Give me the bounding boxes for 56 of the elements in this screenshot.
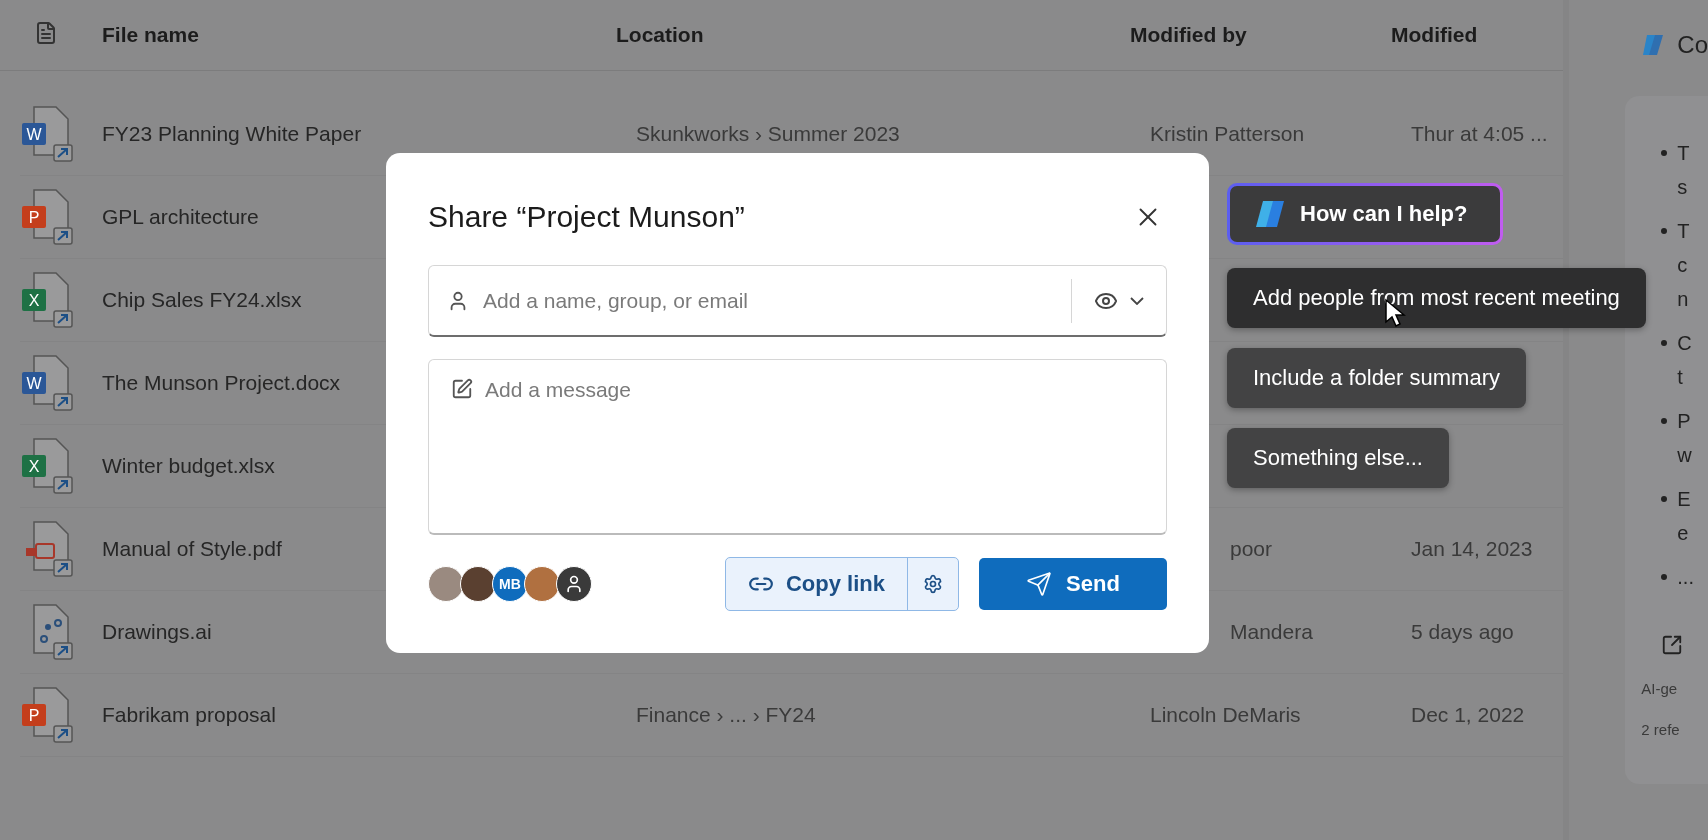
suggestion-chip[interactable]: Something else... [1227, 428, 1449, 488]
bullet-icon [1661, 418, 1668, 424]
summary-text: P [1677, 409, 1692, 434]
column-header[interactable]: File name [102, 23, 616, 47]
dialog-title: Share “Project Munson” [428, 200, 745, 234]
chevron-down-icon [1130, 296, 1144, 305]
modified-by: Lincoln DeMaris [1150, 703, 1302, 727]
panel-title: Co [1677, 31, 1708, 59]
send-button[interactable]: Send [979, 558, 1167, 610]
bullet-icon [1661, 574, 1668, 580]
recipient-field[interactable]: Add a name, group, or email [428, 265, 1167, 337]
column-header[interactable]: Modified [1391, 23, 1564, 47]
modified-date: Thur at 4:05 ... [1411, 122, 1549, 146]
modified-by: Kristin Patterson [1150, 122, 1306, 146]
edit-icon [451, 378, 473, 400]
photo-placeholder [460, 566, 496, 602]
column-header[interactable]: Location [616, 23, 1130, 47]
summary-text: ... [1677, 565, 1694, 590]
summary-text: C [1677, 331, 1692, 356]
bullet-icon [1661, 228, 1668, 234]
bullet-icon [1661, 496, 1668, 502]
bullet-icon [1661, 340, 1668, 346]
send-icon [1026, 571, 1053, 597]
footer-text: AI-ge [1641, 680, 1679, 697]
open-external-icon[interactable] [1661, 634, 1684, 656]
copilot-logo-icon [1254, 199, 1286, 229]
modified-date: 5 days ago [1411, 620, 1515, 644]
avatar: MB [492, 566, 528, 602]
summary-text: n [1677, 287, 1690, 312]
modified-date: Dec 1, 2022 [1411, 703, 1526, 727]
suggestion-chip[interactable]: Include a folder summary [1227, 348, 1526, 408]
file-type-icon [34, 21, 58, 45]
gear-icon [923, 574, 943, 594]
modified-by: poor [1229, 537, 1274, 561]
modified-by: Mandera [1229, 620, 1314, 644]
footer-text: 2 refe [1641, 721, 1681, 738]
summary-text: e [1677, 521, 1690, 546]
file-location: Skunkworks › Summer 2023 [636, 122, 901, 146]
summary-text: T [1677, 219, 1690, 244]
bullet-icon [1661, 150, 1668, 156]
summary-text: T [1677, 141, 1690, 166]
summary-text: E [1677, 487, 1691, 512]
column-header[interactable]: Modified by [1130, 23, 1391, 47]
summary-text: t [1677, 365, 1684, 390]
modified-date: Jan 14, 2023 [1411, 537, 1534, 561]
file-name[interactable]: FY23 Planning White Paper [102, 122, 636, 146]
prompt-title: How can I help? [1300, 201, 1468, 227]
copy-link-button[interactable]: Copy link [726, 558, 908, 610]
photo-placeholder [428, 566, 464, 602]
summary-text: c [1677, 253, 1689, 278]
file-name[interactable]: Fabrikam proposal [102, 703, 636, 727]
summary-text: s [1677, 175, 1689, 200]
message-field[interactable]: Add a message [428, 359, 1167, 535]
file-location: Finance › ... › FY24 [636, 703, 817, 727]
summary-text: w [1677, 443, 1692, 468]
person-icon [564, 574, 584, 594]
